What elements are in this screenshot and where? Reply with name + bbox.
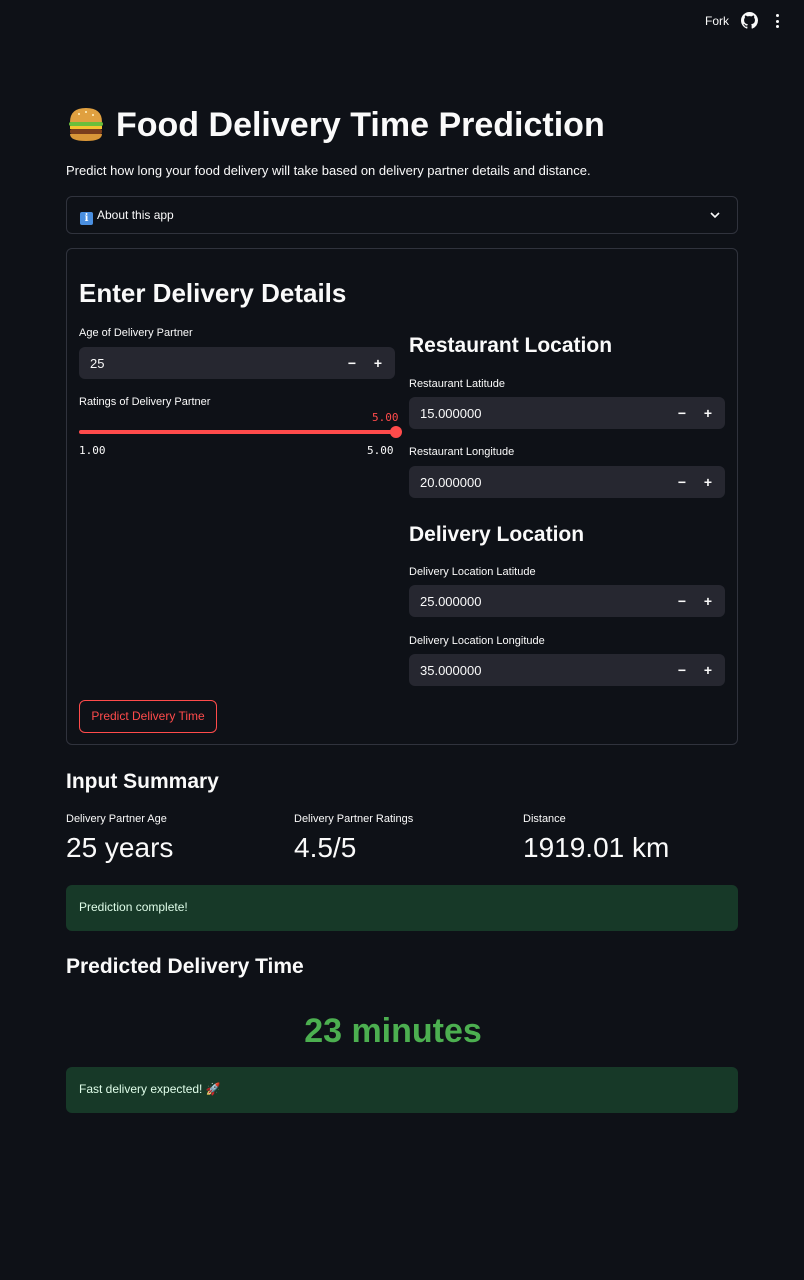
page-subtitle: Predict how long your food delivery will…	[66, 163, 591, 178]
metric-distance-label: Distance	[523, 813, 566, 825]
delivery-latitude-stepper[interactable]: 25.000000 − +	[409, 585, 725, 617]
page-title-text: Food Delivery Time Prediction	[116, 106, 605, 144]
age-minus-button[interactable]: −	[339, 347, 365, 379]
restaurant-latitude-label: Restaurant Latitude	[409, 378, 506, 390]
metric-ratings-label: Delivery Partner Ratings	[294, 813, 414, 825]
chevron-down-icon	[710, 212, 720, 219]
metric-age-label: Delivery Partner Age	[66, 813, 167, 825]
delivery-latitude-plus-button[interactable]: +	[695, 585, 721, 617]
ratings-label: Ratings of Delivery Partner	[79, 396, 211, 408]
ratings-slider-thumb[interactable]	[390, 426, 402, 438]
delivery-latitude-label: Delivery Location Latitude	[409, 566, 536, 578]
restaurant-latitude-value[interactable]: 15.000000	[420, 406, 481, 421]
about-expander[interactable]: i About this app	[66, 196, 738, 234]
restaurant-longitude-value[interactable]: 20.000000	[420, 475, 481, 490]
predicted-time-heading: Predicted Delivery Time	[66, 955, 304, 978]
predict-delivery-time-button[interactable]: Predict Delivery Time	[79, 700, 217, 733]
info-icon: i	[80, 212, 93, 225]
input-summary-heading: Input Summary	[66, 770, 219, 793]
github-icon[interactable]	[741, 12, 758, 29]
ratings-max-label: 5.00	[367, 444, 394, 457]
restaurant-longitude-plus-button[interactable]: +	[695, 466, 721, 498]
age-value[interactable]: 25	[90, 356, 104, 371]
restaurant-location-heading: Restaurant Location	[409, 334, 613, 357]
delivery-longitude-minus-button[interactable]: −	[669, 654, 695, 686]
page-title: Food Delivery Time Prediction	[66, 104, 605, 145]
burger-icon	[69, 108, 103, 141]
ratings-current-value: 5.00	[372, 411, 399, 424]
restaurant-longitude-stepper[interactable]: 20.000000 − +	[409, 466, 725, 498]
delivery-location-heading: Delivery Location	[409, 523, 585, 546]
delivery-longitude-plus-button[interactable]: +	[695, 654, 721, 686]
metric-ratings-value: 4.5/5	[294, 832, 357, 863]
fork-button[interactable]: Fork	[705, 14, 729, 28]
age-plus-button[interactable]: +	[365, 347, 391, 379]
delivery-latitude-value[interactable]: 25.000000	[420, 594, 481, 609]
restaurant-latitude-plus-button[interactable]: +	[695, 397, 721, 429]
metric-age-value: 25 years	[66, 832, 174, 863]
form-heading: Enter Delivery Details	[79, 278, 347, 308]
restaurant-latitude-minus-button[interactable]: −	[669, 397, 695, 429]
delivery-longitude-label: Delivery Location Longitude	[409, 635, 545, 647]
age-label: Age of Delivery Partner	[79, 327, 193, 339]
metric-distance-value: 1919.01 km	[523, 832, 670, 863]
kebab-menu-icon[interactable]	[771, 12, 783, 30]
predicted-time-value: 23 minutes	[304, 1012, 482, 1050]
about-expander-label: i About this app	[80, 208, 174, 225]
restaurant-longitude-minus-button[interactable]: −	[669, 466, 695, 498]
about-label-text: About this app	[97, 208, 174, 222]
delivery-longitude-value[interactable]: 35.000000	[420, 663, 481, 678]
restaurant-longitude-label: Restaurant Longitude	[409, 446, 515, 458]
delivery-latitude-minus-button[interactable]: −	[669, 585, 695, 617]
fast-delivery-alert: Fast delivery expected! 🚀	[66, 1067, 738, 1113]
age-stepper[interactable]: 25 − +	[79, 347, 395, 379]
top-bar: Fork	[0, 0, 804, 40]
delivery-longitude-stepper[interactable]: 35.000000 − +	[409, 654, 725, 686]
ratings-slider-track[interactable]	[79, 430, 396, 434]
restaurant-latitude-stepper[interactable]: 15.000000 − +	[409, 397, 725, 429]
success-alert: Prediction complete!	[66, 885, 738, 931]
ratings-min-label: 1.00	[79, 444, 106, 457]
